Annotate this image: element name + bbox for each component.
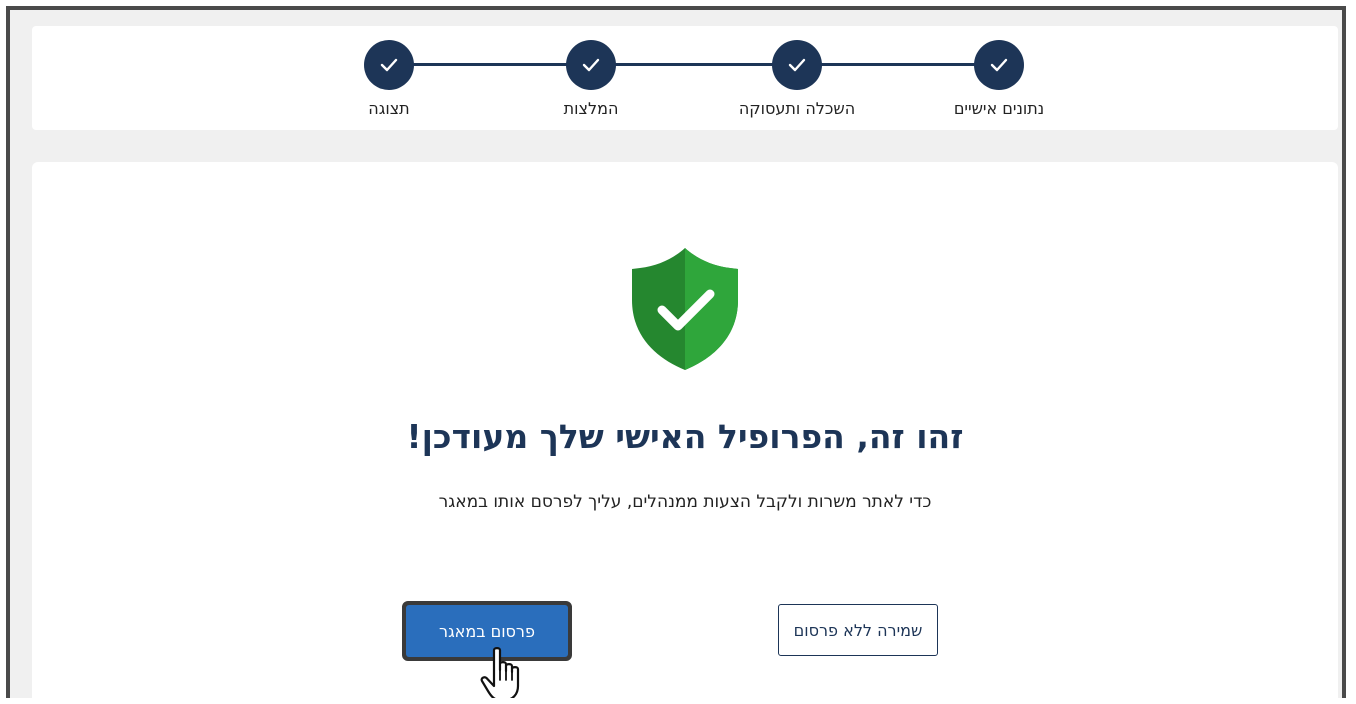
checkmark-icon [788, 58, 806, 72]
checkmark-icon [582, 58, 600, 72]
shield-check-icon [632, 248, 738, 370]
app-frame: נתונים אישיים השכלה ותעסוקה המלצות תצוגה [6, 6, 1346, 698]
confirmation-card: זהו זה, הפרופיל האישי שלך מעודכן! כדי לא… [32, 162, 1338, 698]
step-complete-badge [772, 40, 822, 90]
progress-stepper: נתונים אישיים השכלה ותעסוקה המלצות תצוגה [32, 26, 1338, 130]
hand-pointer-icon [480, 647, 520, 698]
step-label: נתונים אישיים [953, 99, 1045, 118]
stepper-connector-line [397, 63, 999, 66]
step-education-employment[interactable]: השכלה ותעסוקה [722, 40, 872, 118]
step-preview[interactable]: תצוגה [314, 40, 464, 118]
step-label: המלצות [563, 99, 619, 118]
step-label: תצוגה [368, 99, 410, 118]
checkmark-icon [990, 58, 1008, 72]
checkmark-icon [380, 58, 398, 72]
save-without-publish-button[interactable]: שמירה ללא פרסום [778, 604, 938, 656]
confirmation-headline: זהו זה, הפרופיל האישי שלך מעודכן! [406, 417, 964, 456]
step-complete-badge [364, 40, 414, 90]
step-complete-badge [566, 40, 616, 90]
step-label: השכלה ותעסוקה [738, 99, 856, 118]
step-complete-badge [974, 40, 1024, 90]
confirmation-subtext: כדי לאתר משרות ולקבל הצעות ממנהלים, עליך… [438, 492, 932, 512]
step-recommendations[interactable]: המלצות [516, 40, 666, 118]
step-personal-details[interactable]: נתונים אישיים [924, 40, 1074, 118]
